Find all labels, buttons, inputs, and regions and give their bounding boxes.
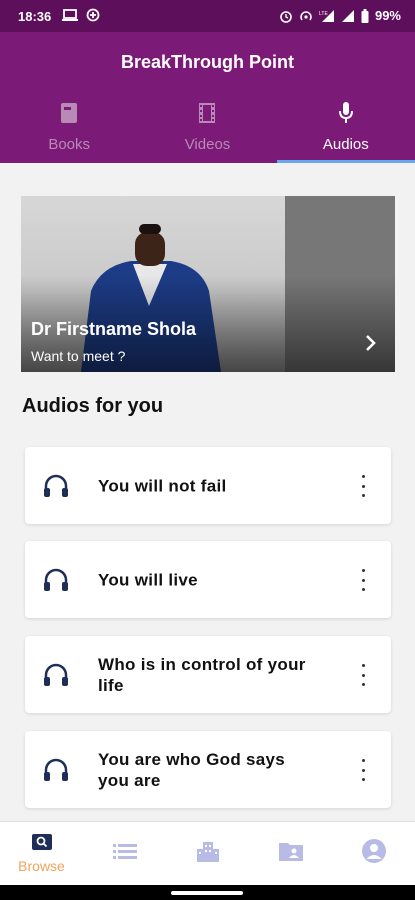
status-time: 18:36 bbox=[18, 9, 52, 24]
more-options-icon[interactable] bbox=[355, 475, 371, 497]
laptop-icon bbox=[62, 8, 78, 22]
headphones-icon bbox=[43, 473, 69, 504]
nav-folder[interactable] bbox=[249, 822, 332, 885]
nav-account[interactable] bbox=[332, 822, 415, 885]
chevron-right-icon[interactable] bbox=[365, 334, 377, 357]
microphone-icon bbox=[337, 100, 355, 126]
search-icon bbox=[31, 833, 53, 856]
banner-shade bbox=[21, 196, 395, 372]
more-options-icon[interactable] bbox=[355, 569, 371, 591]
nav-label: Browse bbox=[18, 858, 65, 874]
nav-buildings[interactable] bbox=[166, 822, 249, 885]
battery-percent: 99% bbox=[374, 8, 401, 23]
audio-card[interactable]: You will not fail bbox=[25, 447, 391, 524]
tab-videos[interactable]: Videos bbox=[138, 96, 276, 163]
tab-label: Videos bbox=[184, 136, 231, 153]
battery-icon bbox=[361, 8, 369, 23]
more-options-icon[interactable] bbox=[355, 664, 371, 686]
bottom-nav: Browse bbox=[0, 821, 415, 885]
audio-title: You will not fail bbox=[98, 476, 227, 495]
hotspot-icon bbox=[299, 9, 313, 23]
banner-subtitle: Want to meet ? bbox=[31, 348, 126, 364]
banner-name: Dr Firstname Shola bbox=[31, 319, 197, 339]
nav-browse[interactable]: Browse bbox=[0, 822, 83, 885]
account-icon bbox=[361, 838, 387, 869]
book-icon bbox=[60, 100, 78, 126]
app-bar: BreakThrough Point Books Videos Audios bbox=[0, 32, 415, 163]
svg-text:LTE: LTE bbox=[319, 11, 328, 17]
folder-user-icon bbox=[278, 840, 304, 867]
list-icon bbox=[112, 842, 137, 865]
lte-signal-icon: LTE bbox=[319, 9, 335, 23]
status-bar: 18:36 LTE 99% bbox=[0, 0, 415, 32]
home-indicator[interactable] bbox=[171, 891, 243, 895]
signal-icon bbox=[341, 9, 355, 23]
tab-books[interactable]: Books bbox=[0, 96, 138, 163]
audio-card[interactable]: You are who God says you are bbox=[25, 731, 391, 808]
headphones-icon bbox=[43, 567, 69, 598]
buildings-icon bbox=[196, 840, 220, 867]
alarm-icon bbox=[279, 9, 293, 23]
audio-card[interactable]: Who is in control of your life bbox=[25, 636, 391, 713]
tab-label: Books bbox=[48, 136, 91, 153]
tab-audios[interactable]: Audios bbox=[276, 96, 415, 163]
system-nav-bar bbox=[0, 885, 415, 900]
nav-list[interactable] bbox=[83, 822, 166, 885]
headphones-icon bbox=[43, 662, 69, 693]
headphones-icon bbox=[43, 757, 69, 788]
app-title: BreakThrough Point bbox=[120, 52, 294, 72]
more-options-icon[interactable] bbox=[355, 759, 371, 781]
audio-title: You will live bbox=[98, 570, 198, 589]
audio-title: Who is in control of your life bbox=[98, 654, 306, 695]
featured-banner[interactable]: Dr Firstname Shola Want to meet ? bbox=[21, 196, 395, 372]
audio-title: You are who God says you are bbox=[98, 749, 286, 790]
section-title: Audios for you bbox=[22, 395, 164, 417]
tab-label: Audios bbox=[322, 136, 369, 153]
film-icon bbox=[198, 100, 216, 126]
audio-card[interactable]: You will live bbox=[25, 541, 391, 618]
tab-bar: Books Videos Audios bbox=[0, 96, 415, 163]
data-saver-icon bbox=[86, 8, 100, 22]
